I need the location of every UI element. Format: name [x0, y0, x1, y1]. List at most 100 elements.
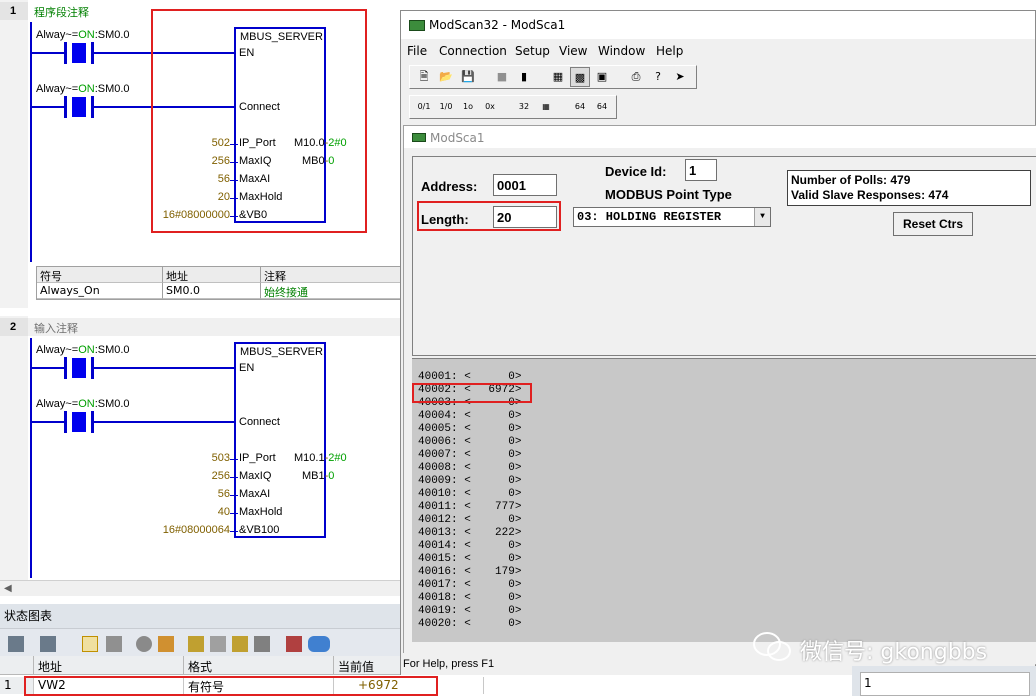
symtab-cell[interactable]: 始终接通: [261, 283, 401, 299]
holding-icon[interactable]: 1o: [458, 97, 478, 117]
unforce-icon[interactable]: [254, 636, 270, 652]
menu-setup[interactable]: Setup: [515, 44, 550, 58]
reset-counters-button[interactable]: Reset Ctrs: [893, 212, 973, 236]
lock-icon[interactable]: [188, 636, 204, 652]
symtab-header-comment: 注释: [261, 267, 401, 283]
format-toolbar: 0/1 1/0 1o 0x 32 ▦ 64 64: [409, 95, 617, 119]
single-read-icon[interactable]: [106, 636, 122, 652]
pencil-icon[interactable]: [158, 636, 174, 652]
address-input[interactable]: 0001: [493, 174, 557, 196]
register-address: 40014: [418, 540, 452, 552]
input-value[interactable]: 40: [218, 506, 230, 518]
coil-icon[interactable]: 0/1: [414, 97, 434, 117]
row-index: 1: [864, 676, 872, 690]
save-icon[interactable]: 💾: [458, 67, 478, 87]
modscan-titlebar[interactable]: ModScan32 - ModSca1: [401, 11, 1035, 39]
context-help-icon[interactable]: ➤: [670, 67, 690, 87]
connect-icon[interactable]: ■: [492, 67, 512, 87]
register-row[interactable]: 40015: <0>: [418, 553, 521, 566]
register-address: 40005: [418, 423, 452, 435]
input-icon[interactable]: 1/0: [436, 97, 456, 117]
register-address: 40015: [418, 553, 452, 565]
highlight-block-1: [151, 9, 367, 233]
register-row[interactable]: 40009: <0>: [418, 475, 521, 488]
symtab-cell[interactable]: Always_On: [37, 283, 163, 299]
modscan-app-icon: [409, 20, 425, 31]
child-titlebar[interactable]: ModSca1: [404, 126, 1036, 148]
register-row[interactable]: 40006: <0>: [418, 436, 521, 449]
register-row[interactable]: 40018: <0>: [418, 592, 521, 605]
register-value: 0: [508, 436, 515, 448]
input-value[interactable]: 56: [218, 488, 230, 500]
input-value[interactable]: 503: [212, 452, 230, 464]
monitor-icon[interactable]: ▣: [592, 67, 612, 87]
register-row[interactable]: 40017: <0>: [418, 579, 521, 592]
menu-view[interactable]: View: [559, 44, 587, 58]
glasses-icon[interactable]: [136, 636, 152, 652]
menu-bar: File Connection Setup View Window Help: [401, 41, 1035, 61]
register-value: 0: [508, 449, 515, 461]
register-row[interactable]: 40013: <222>: [418, 527, 521, 540]
double-icon[interactable]: 64: [592, 97, 612, 117]
register-row[interactable]: 40005: <0>: [418, 423, 521, 436]
network-1-comment[interactable]: 程序段注释: [34, 4, 89, 20]
menu-connection[interactable]: Connection: [439, 44, 507, 58]
highlight-status-row: [24, 676, 438, 696]
decimal-icon[interactable]: 0x: [480, 97, 500, 117]
wechat-icon: [753, 632, 791, 661]
unlock-icon[interactable]: [210, 636, 226, 652]
output-error[interactable]: MB1-0: [302, 470, 334, 482]
menu-file[interactable]: File: [407, 44, 427, 58]
contact-always-on[interactable]: [64, 96, 94, 118]
device-id-input[interactable]: 1: [685, 159, 717, 181]
chevron-down-icon[interactable]: ▼: [754, 208, 770, 226]
register-row[interactable]: 40004: <0>: [418, 410, 521, 423]
delete-icon[interactable]: [40, 636, 56, 652]
network-2-gutter: [0, 316, 28, 586]
status-help-text: For Help, press F1: [403, 658, 495, 670]
add-icon[interactable]: [8, 636, 24, 652]
graph-icon[interactable]: ▩: [570, 67, 590, 87]
menu-window[interactable]: Window: [598, 44, 645, 58]
register-row[interactable]: 40020: <0>: [418, 618, 521, 631]
contact-always-on[interactable]: [64, 42, 94, 64]
register-value: 0: [508, 540, 515, 552]
force-icon[interactable]: [232, 636, 248, 652]
power-rail: [30, 22, 32, 262]
menu-help[interactable]: Help: [656, 44, 683, 58]
pin-ip-port: IP_Port: [239, 452, 276, 464]
chart-icon[interactable]: [286, 636, 302, 652]
64bit-icon[interactable]: 64: [570, 97, 590, 117]
register-value: 0: [508, 488, 515, 500]
device-id-label: Device Id:: [605, 164, 667, 179]
disconnect-icon[interactable]: ▮: [514, 67, 534, 87]
float-icon[interactable]: ▦: [536, 97, 556, 117]
option-icon[interactable]: [308, 636, 330, 652]
new-icon[interactable]: 🗎: [414, 67, 434, 87]
register-row[interactable]: 40011: <777>: [418, 501, 521, 514]
register-row[interactable]: 40007: <0>: [418, 449, 521, 462]
register-row[interactable]: 40019: <0>: [418, 605, 521, 618]
register-row[interactable]: 40016: <179>: [418, 566, 521, 579]
32bit-icon[interactable]: 32: [514, 97, 534, 117]
contact-always-on[interactable]: [64, 357, 94, 379]
print-icon[interactable]: ⎙: [626, 67, 646, 87]
register-row[interactable]: 40008: <0>: [418, 462, 521, 475]
address-label: Address:: [421, 179, 478, 194]
trend-icon[interactable]: [82, 636, 98, 652]
scroll-left-icon[interactable]: ◀: [4, 583, 12, 594]
register-row[interactable]: 40010: <0>: [418, 488, 521, 501]
register-row[interactable]: 40012: <0>: [418, 514, 521, 527]
network-2-comment[interactable]: 输入注释: [34, 320, 78, 336]
open-icon[interactable]: 📂: [436, 67, 456, 87]
help-icon[interactable]: ?: [648, 67, 668, 87]
input-value[interactable]: 16#08000064: [163, 524, 230, 536]
symtab-cell[interactable]: SM0.0: [163, 283, 261, 299]
contact-always-on[interactable]: [64, 411, 94, 433]
output-done[interactable]: M10.1-2#0: [294, 452, 347, 464]
display-icon[interactable]: ▦: [548, 67, 568, 87]
point-type-select[interactable]: 03: HOLDING REGISTER ▼: [573, 207, 771, 227]
register-row[interactable]: 40014: <0>: [418, 540, 521, 553]
horizontal-scrollbar[interactable]: ◀: [0, 580, 400, 596]
input-value[interactable]: 256: [212, 470, 230, 482]
